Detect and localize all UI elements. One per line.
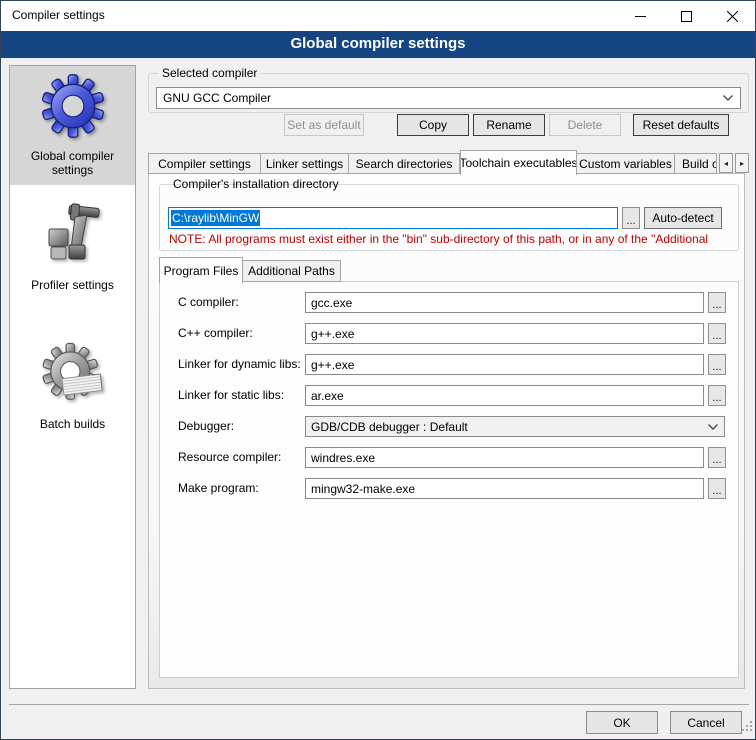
arrow-left-icon: ◂: [724, 159, 728, 168]
reset-defaults-button[interactable]: Reset defaults: [633, 114, 729, 136]
row-resource-compiler: Resource compiler: windres.exe ...: [160, 447, 738, 469]
toolchain-executables-panel: Compiler's installation directory C:\ray…: [148, 173, 745, 689]
row-linker-dynamic: Linker for dynamic libs: g++.exe ...: [160, 354, 738, 376]
cpp-compiler-value: g++.exe: [311, 327, 354, 341]
window-title: Compiler settings: [12, 8, 105, 22]
resource-compiler-browse-button[interactable]: ...: [708, 447, 726, 468]
compiler-select[interactable]: GNU GCC Compiler: [156, 87, 741, 109]
close-button[interactable]: [709, 1, 755, 31]
linker-dynamic-value: g++.exe: [311, 358, 354, 372]
cpp-compiler-browse-button[interactable]: ...: [708, 323, 726, 344]
caliper-icon: [14, 203, 131, 274]
debugger-label: Debugger:: [178, 419, 234, 433]
tab-toolchain-executables[interactable]: Toolchain executables: [460, 150, 577, 175]
linker-dynamic-browse-button[interactable]: ...: [708, 354, 726, 375]
compiler-select-value: GNU GCC Compiler: [163, 91, 271, 105]
ok-button[interactable]: OK: [586, 711, 658, 734]
tab-search-directories[interactable]: Search directories: [349, 153, 460, 174]
cancel-button[interactable]: Cancel: [670, 711, 742, 734]
tab-linker-settings[interactable]: Linker settings: [261, 153, 349, 174]
set-as-default-button[interactable]: Set as default: [284, 114, 364, 136]
sidebar-item-label: Batch builds: [14, 417, 131, 431]
install-dir-browse-button[interactable]: ...: [622, 207, 640, 229]
sidebar-item-profiler-settings[interactable]: Profiler settings: [10, 197, 135, 300]
sidebar-item-global-compiler-settings[interactable]: Global compiler settings: [10, 66, 135, 185]
make-program-browse-button[interactable]: ...: [708, 478, 726, 499]
selected-compiler-group-label: Selected compiler: [158, 66, 261, 80]
install-dir-input[interactable]: C:\raylib\MinGW: [168, 207, 618, 229]
page-title: Global compiler settings: [1, 31, 755, 58]
resource-compiler-input[interactable]: windres.exe: [305, 447, 704, 468]
row-c-compiler: C compiler: gcc.exe ...: [160, 292, 738, 314]
tab-compiler-settings[interactable]: Compiler settings: [148, 153, 261, 174]
make-program-input[interactable]: mingw32-make.exe: [305, 478, 704, 499]
make-program-value: mingw32-make.exe: [311, 482, 415, 496]
cpp-compiler-input[interactable]: g++.exe: [305, 323, 704, 344]
auto-detect-button[interactable]: Auto-detect: [644, 207, 722, 229]
tab-build-options[interactable]: Build options: [675, 153, 717, 174]
c-compiler-browse-button[interactable]: ...: [708, 292, 726, 313]
linker-static-value: ar.exe: [311, 389, 344, 403]
maximize-button[interactable]: [663, 1, 709, 31]
installation-directory-group-label: Compiler's installation directory: [169, 177, 343, 191]
program-files-tabs: Program Files Additional Paths: [159, 256, 341, 282]
close-icon: [727, 11, 738, 22]
c-compiler-value: gcc.exe: [311, 296, 352, 310]
chevron-down-icon: [722, 94, 734, 102]
linker-static-input[interactable]: ar.exe: [305, 385, 704, 406]
row-linker-static: Linker for static libs: ar.exe ...: [160, 385, 738, 407]
linker-static-label: Linker for static libs:: [178, 388, 284, 402]
cpp-compiler-label: C++ compiler:: [178, 326, 253, 340]
tab-program-files[interactable]: Program Files: [159, 257, 243, 283]
maximize-icon: [681, 11, 692, 22]
tab-custom-variables[interactable]: Custom variables: [577, 153, 675, 174]
program-files-page: C compiler: gcc.exe ... C++ compiler: g+…: [159, 281, 739, 678]
arrow-right-icon: ▸: [740, 159, 744, 168]
linker-dynamic-input[interactable]: g++.exe: [305, 354, 704, 375]
c-compiler-label: C compiler:: [178, 295, 239, 309]
copy-button[interactable]: Copy: [397, 114, 469, 136]
debugger-value: GDB/CDB debugger : Default: [311, 420, 468, 434]
linker-static-browse-button[interactable]: ...: [708, 385, 726, 406]
row-debugger: Debugger: GDB/CDB debugger : Default: [160, 416, 738, 438]
sidebar-item-label: Profiler settings: [14, 278, 131, 292]
gray-gear-stack-icon: [14, 342, 131, 413]
tab-additional-paths[interactable]: Additional Paths: [243, 260, 341, 282]
tab-scroll-left-button[interactable]: ◂: [719, 153, 733, 173]
c-compiler-input[interactable]: gcc.exe: [305, 292, 704, 313]
chevron-down-icon: [707, 423, 719, 431]
resource-compiler-value: windres.exe: [311, 451, 375, 465]
sidebar-item-batch-builds[interactable]: Batch builds: [10, 336, 135, 439]
rename-button[interactable]: Rename: [473, 114, 545, 136]
resize-grip[interactable]: [742, 718, 752, 736]
compiler-settings-dialog: Compiler settings Global compiler settin…: [0, 0, 756, 740]
delete-button[interactable]: Delete: [549, 114, 621, 136]
title-bar[interactable]: Compiler settings: [1, 1, 755, 31]
debugger-select[interactable]: GDB/CDB debugger : Default: [305, 416, 725, 437]
row-make-program: Make program: mingw32-make.exe ...: [160, 478, 738, 500]
install-dir-value: C:\raylib\MinGW: [171, 210, 260, 226]
tab-scroll-right-button[interactable]: ▸: [735, 153, 749, 173]
blue-gear-icon: [14, 72, 131, 145]
make-program-label: Make program:: [178, 481, 259, 495]
installation-directory-group: Compiler's installation directory C:\ray…: [159, 184, 739, 251]
footer-divider: [9, 704, 749, 705]
compiler-settings-tabs: Compiler settings Linker settings Search…: [148, 149, 749, 174]
row-cpp-compiler: C++ compiler: g++.exe ...: [160, 323, 738, 345]
settings-category-sidebar: Global compiler settings: [9, 65, 136, 689]
selected-compiler-group: Selected compiler GNU GCC Compiler: [148, 73, 749, 113]
install-dir-note: NOTE: All programs must exist either in …: [169, 232, 733, 246]
linker-dynamic-label: Linker for dynamic libs:: [178, 357, 301, 371]
minimize-button[interactable]: [617, 1, 663, 31]
sidebar-item-label: Global compiler settings: [14, 149, 131, 177]
resource-compiler-label: Resource compiler:: [178, 450, 281, 464]
minimize-icon: [635, 11, 646, 22]
